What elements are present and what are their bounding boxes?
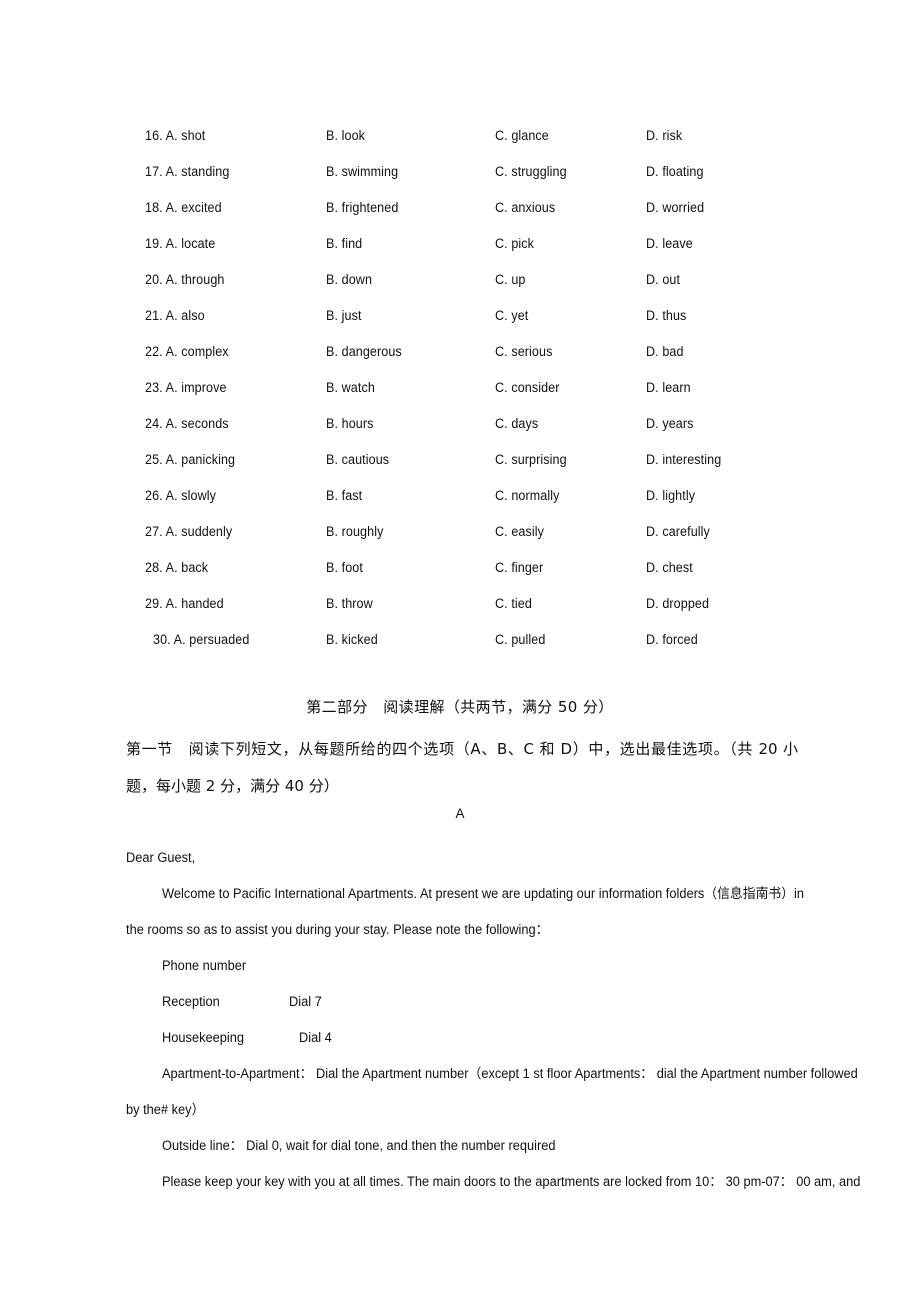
cloze-option-c: C. yet (495, 308, 529, 323)
cloze-option-d: D. lightly (646, 488, 696, 503)
cloze-row: 26. A. slowly B. fast C. normally D. lig… (0, 478, 920, 514)
cloze-option-d: D. chest (646, 560, 693, 575)
apartment-to-apartment-line-continued: by the# key） (126, 1102, 205, 1117)
cloze-option-c: C. pick (495, 236, 535, 251)
cloze-row: 22. A. complex B. dangerous C. serious D… (0, 334, 920, 370)
part-two-heading: 第二部分 阅读理解（共两节，满分 50 分） (306, 698, 614, 716)
cloze-options-list: 16. A. shot B. look C. glance D. risk 17… (0, 118, 920, 658)
cloze-row: 17. A. standing B. swimming C. strugglin… (0, 154, 920, 190)
cloze-option-b: B. frightened (326, 200, 399, 215)
cloze-option-b: B. swimming (326, 164, 399, 179)
cloze-row: 30. A. persuaded B. kicked C. pulled D. … (0, 622, 920, 658)
cloze-option-d: D. thus (646, 308, 687, 323)
cloze-option-d: D. bad (646, 344, 684, 359)
cloze-option-d: D. years (646, 416, 694, 431)
cloze-option-d: D. interesting (646, 452, 722, 467)
cloze-option-b: B. dangerous (326, 344, 402, 359)
cloze-option-d: D. forced (646, 632, 698, 647)
cloze-option-b: B. down (326, 272, 373, 287)
cloze-row: 16. A. shot B. look C. glance D. risk (0, 118, 920, 154)
cloze-option-c: C. normally (495, 488, 560, 503)
reading-passage-a: Dear Guest, Welcome to Pacific Internati… (126, 840, 861, 1200)
cloze-option-b: B. just (326, 308, 362, 323)
cloze-option-d: D. out (646, 272, 681, 287)
apartment-to-apartment-line: Apartment-to-Apartment： Dial the Apartme… (162, 1066, 858, 1081)
cloze-option-a: 21. A. also (145, 308, 205, 323)
cloze-option-c: C. finger (495, 560, 544, 575)
cloze-row: 19. A. locate B. find C. pick D. leave (0, 226, 920, 262)
cloze-option-b: B. cautious (326, 452, 390, 467)
cloze-option-c: C. pulled (495, 632, 546, 647)
cloze-row: 23. A. improve B. watch C. consider D. l… (0, 370, 920, 406)
cloze-option-a: 22. A. complex (145, 344, 229, 359)
cloze-row: 25. A. panicking B. cautious C. surprisi… (0, 442, 920, 478)
cloze-option-a: 26. A. slowly (145, 488, 216, 503)
cloze-option-a: 30. A. persuaded (153, 632, 250, 647)
cloze-option-b: B. foot (326, 560, 363, 575)
cloze-row: 18. A. excited B. frightened C. anxious … (0, 190, 920, 226)
cloze-option-b: B. watch (326, 380, 375, 395)
cloze-option-c: C. glance (495, 128, 549, 143)
cloze-option-b: B. kicked (326, 632, 378, 647)
cloze-option-a: 25. A. panicking (145, 452, 236, 467)
cloze-option-b: B. look (326, 128, 366, 143)
letter-salutation: Dear Guest, (126, 850, 196, 865)
cloze-option-a: 23. A. improve (145, 380, 227, 395)
cloze-option-c: C. consider (495, 380, 560, 395)
cloze-option-d: D. risk (646, 128, 683, 143)
cloze-option-c: C. days (495, 416, 539, 431)
contact-value: Dial 7 (289, 994, 322, 1009)
cloze-option-c: C. tied (495, 596, 532, 611)
cloze-option-c: C. anxious (495, 200, 556, 215)
contact-label: Reception (162, 994, 220, 1009)
section-one-instructions: 第一节 阅读下列短文，从每题所给的四个选项（A、B、C 和 D）中，选出最佳选项… (126, 740, 798, 795)
cloze-row: 21. A. also B. just C. yet D. thus (0, 298, 920, 334)
outside-line-row: Outside line： Dial 0, wait for dial tone… (162, 1138, 556, 1153)
cloze-option-b: B. throw (326, 596, 373, 611)
cloze-option-d: D. carefully (646, 524, 710, 539)
cloze-row: 29. A. handed B. throw C. tied D. droppe… (0, 586, 920, 622)
keep-key-line: Please keep your key with you at all tim… (162, 1174, 861, 1189)
cloze-option-a: 19. A. locate (145, 236, 216, 251)
cloze-option-b: B. fast (326, 488, 363, 503)
cloze-option-a: 20. A. through (145, 272, 225, 287)
cloze-option-c: C. struggling (495, 164, 567, 179)
contact-row-reception: Reception Dial 7 (126, 984, 802, 1020)
cloze-row: 20. A. through B. down C. up D. out (0, 262, 920, 298)
cloze-option-d: D. floating (646, 164, 704, 179)
contact-label: Housekeeping (162, 1030, 245, 1045)
cloze-option-c: C. easily (495, 524, 544, 539)
phone-number-heading: Phone number (162, 958, 247, 973)
contact-value: Dial 4 (299, 1030, 332, 1045)
cloze-option-a: 18. A. excited (145, 200, 222, 215)
cloze-row: 27. A. suddenly B. roughly C. easily D. … (0, 514, 920, 550)
letter-paragraph-line: Welcome to Pacific International Apartme… (162, 886, 805, 901)
contact-row-housekeeping: Housekeeping Dial 4 (126, 1020, 802, 1056)
passage-label-a: A (455, 806, 465, 821)
exam-page: 16. A. shot B. look C. glance D. risk 17… (0, 0, 920, 1302)
cloze-option-b: B. hours (326, 416, 374, 431)
cloze-option-d: D. leave (646, 236, 693, 251)
cloze-option-c: C. surprising (495, 452, 567, 467)
letter-paragraph-line: the rooms so as to assist you during you… (126, 922, 549, 937)
cloze-option-a: 27. A. suddenly (145, 524, 233, 539)
cloze-option-c: C. serious (495, 344, 553, 359)
cloze-row: 28. A. back B. foot C. finger D. chest (0, 550, 920, 586)
cloze-option-a: 17. A. standing (145, 164, 230, 179)
cloze-option-b: B. roughly (326, 524, 384, 539)
cloze-option-b: B. find (326, 236, 363, 251)
cloze-option-a: 24. A. seconds (145, 416, 229, 431)
cloze-option-a: 16. A. shot (145, 128, 206, 143)
cloze-option-d: D. worried (646, 200, 705, 215)
cloze-row: 24. A. seconds B. hours C. days D. years (0, 406, 920, 442)
cloze-option-c: C. up (495, 272, 526, 287)
cloze-option-a: 28. A. back (145, 560, 209, 575)
cloze-option-d: D. dropped (646, 596, 710, 611)
cloze-option-a: 29. A. handed (145, 596, 224, 611)
cloze-option-d: D. learn (646, 380, 691, 395)
